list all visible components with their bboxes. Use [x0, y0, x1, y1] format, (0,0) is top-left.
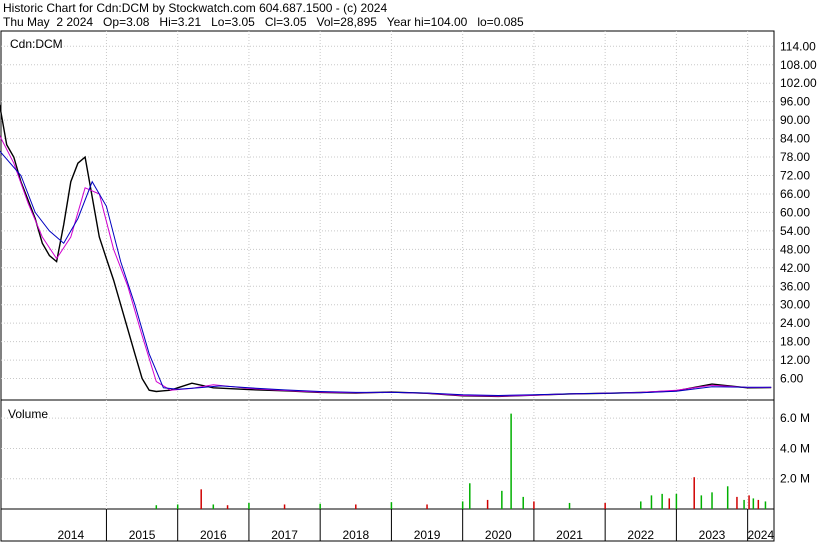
price-tick-label: 12.00 — [780, 353, 810, 367]
price-tick-label: 114.00 — [780, 39, 816, 53]
volume-axis-labels: 6.0 M 4.0 M 2.0 M — [780, 411, 810, 486]
price-tick-label: 102.00 — [780, 76, 817, 90]
year-tick-label: 2020 — [485, 528, 512, 542]
price-tick-label: 72.00 — [780, 169, 810, 183]
year-tick-label: 2021 — [556, 528, 583, 542]
volume-panel — [0, 399, 775, 510]
price-tick-label: 66.00 — [780, 187, 810, 201]
price-tick-label: 42.00 — [780, 261, 810, 275]
price-tick-label: 24.00 — [780, 316, 810, 330]
price-axis-labels: 114.00 108.00 102.00 96.00 90.00 84.00 78.00 72… — [780, 39, 817, 385]
stock-chart: 114.00 108.00 102.00 96.00 90.00 84.00 78.00 72… — [0, 30, 817, 542]
year-tick-label: 2014 — [57, 528, 84, 542]
price-tick-label: 108.00 — [780, 58, 817, 72]
year-tick-label: 2023 — [699, 528, 726, 542]
year-tick-label: 2017 — [271, 528, 298, 542]
year-tick-label: 2015 — [129, 528, 156, 542]
price-tick-label: 96.00 — [780, 95, 810, 109]
volume-tick-label: 4.0 M — [780, 441, 810, 455]
price-tick-label: 36.00 — [780, 279, 810, 293]
year-axis-strip — [0, 508, 775, 542]
year-tick-label: 2018 — [342, 528, 369, 542]
price-tick-label: 18.00 — [780, 335, 810, 349]
volume-tick-label: 6.0 M — [780, 411, 810, 425]
volume-title: Volume — [8, 407, 48, 421]
price-panel — [0, 30, 775, 401]
price-tick-label: 78.00 — [780, 150, 810, 164]
price-tick-label: 84.00 — [780, 132, 810, 146]
price-tick-label: 60.00 — [780, 205, 810, 219]
price-tick-label: 90.00 — [780, 113, 810, 127]
year-tick-label: 2019 — [414, 528, 441, 542]
price-tick-label: 48.00 — [780, 242, 810, 256]
price-tick-label: 30.00 — [780, 298, 810, 312]
chart-title: Cdn:DCM — [10, 37, 63, 51]
price-tick-label: 6.00 — [780, 372, 804, 386]
price-tick-label: 54.00 — [780, 224, 810, 238]
year-tick-label: 2016 — [200, 528, 227, 542]
year-tick-label: 2022 — [627, 528, 654, 542]
year-tick-label: 2024 — [747, 528, 774, 542]
volume-tick-label: 2.0 M — [780, 472, 810, 486]
